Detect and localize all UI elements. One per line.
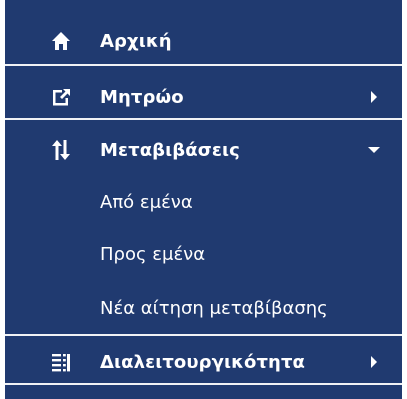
divider <box>5 383 402 385</box>
menu-item-label: Αρχική <box>100 30 172 52</box>
caret-down-icon <box>368 144 380 156</box>
submenu-item-label: Προς εμένα <box>100 243 206 265</box>
menu-item-interoperability[interactable]: Διαλειτουργικότητα <box>5 342 402 382</box>
chevron-right-icon <box>368 356 380 368</box>
menu-item-label: Διαλειτουργικότητα <box>100 351 306 373</box>
menu-item-registry[interactable]: Μητρώο <box>5 77 402 117</box>
divider <box>5 64 402 66</box>
submenu-item-label: Νέα αίτηση μεταβίβασης <box>100 297 328 319</box>
submenu-item-from-me[interactable]: Από εμένα <box>5 182 402 222</box>
menu-item-label: Μητρώο <box>100 86 184 108</box>
menu-item-transfers[interactable]: Μεταβιβάσεις <box>5 129 402 171</box>
submenu-item-label: Από εμένα <box>100 191 193 213</box>
sidebar-menu: Αρχική Μητρώο Μεταβιβάσεις Από εμένα Προ… <box>5 0 402 399</box>
divider <box>5 334 402 336</box>
submenu-item-to-me[interactable]: Προς εμένα <box>5 234 402 274</box>
chevron-right-icon <box>368 91 380 103</box>
menu-item-label: Μεταβιβάσεις <box>100 139 240 161</box>
home-icon <box>49 29 73 53</box>
divider <box>5 118 402 120</box>
menu-item-home[interactable]: Αρχική <box>5 20 402 62</box>
list-icon <box>49 350 73 374</box>
submenu-item-new-transfer-request[interactable]: Νέα αίτηση μεταβίβασης <box>5 288 402 328</box>
external-link-icon <box>49 85 73 109</box>
transfer-arrows-icon <box>49 138 73 162</box>
